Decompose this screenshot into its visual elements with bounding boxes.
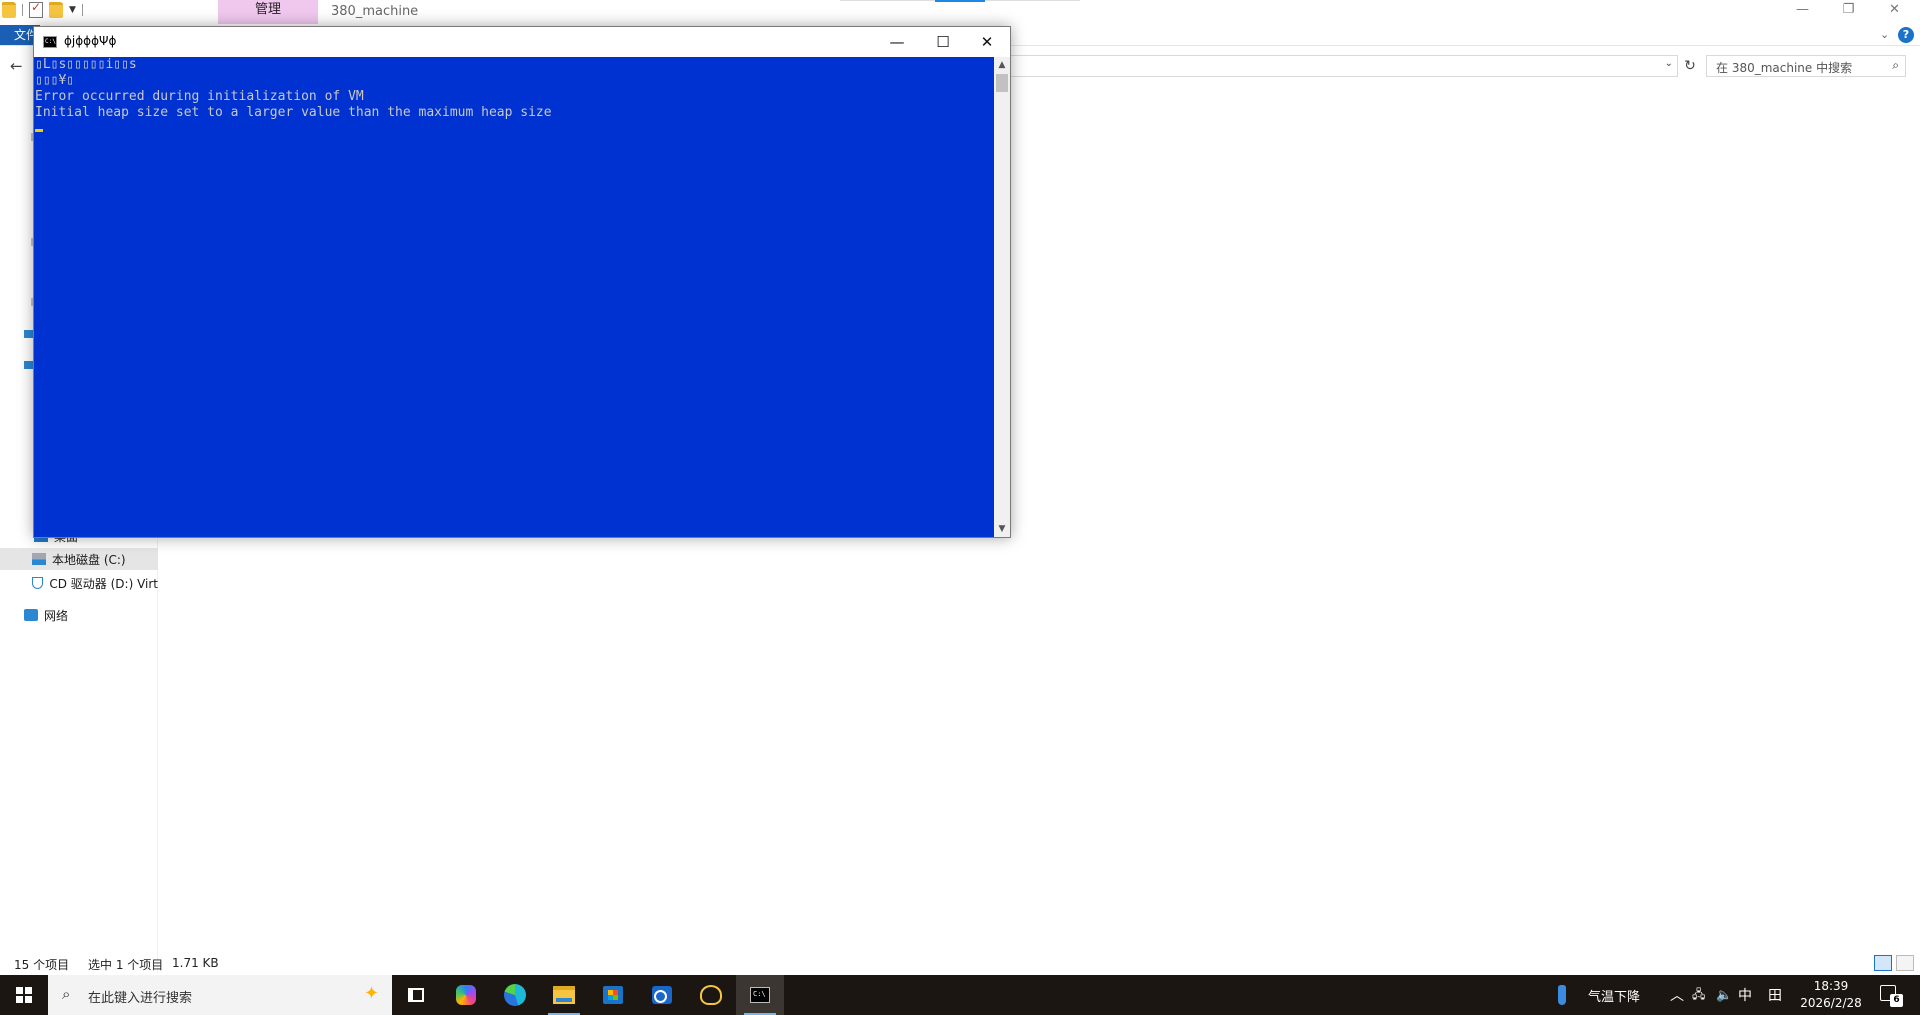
copilot-icon [456,985,476,1005]
drive-icon [32,553,46,565]
large-icons-view-button[interactable] [1896,955,1914,971]
edge-button[interactable] [491,975,539,1015]
console-window[interactable]: C:\ ɸjɸɸɸΨɸ — ☐ ✕ ▯L▯s▯▯▯▯▯i▯▯s ▯▯▯¥▯ Er… [33,26,1011,538]
task-view-button[interactable] [392,975,440,1015]
console-icon: C:\ [43,36,57,48]
console-titlebar[interactable]: C:\ ɸjɸɸɸΨɸ — ☐ ✕ [34,27,1010,57]
search-icon: ⌕ [1892,58,1899,72]
back-arrow-icon[interactable]: ← [10,57,23,75]
window-title: 380_machine [331,4,419,19]
customize-toolbar-icon[interactable]: ▼ [69,5,76,15]
edge-icon [504,984,526,1006]
cursor-line [35,121,994,137]
toolbar-separator [22,4,23,16]
explorer-restore-button[interactable]: ❐ [1826,0,1871,22]
explorer-titlebar: ▼ 管理 380_machine — ❐ ✕ [0,0,1920,25]
new-folder-icon[interactable] [49,2,63,18]
navicat-icon [700,985,722,1005]
nav-item-label: CD 驱动器 (D:) Virt [49,576,158,591]
file-explorer-button[interactable] [540,975,588,1015]
network-icon[interactable]: 🖧 [1692,975,1705,1015]
selection-size: 1.71 KB [172,956,219,970]
address-bar[interactable]: ⌄ [1010,55,1678,77]
cd-drive-icon [32,577,44,589]
item-count: 15 个项目 [14,958,70,972]
status-bar: 15 个项目 选中 1 个项目 1.71 KB [0,953,1920,973]
properties-icon[interactable] [29,0,43,18]
weather-thermometer-icon[interactable] [1558,985,1566,1005]
scroll-thumb[interactable] [996,74,1008,92]
search-highlight-icon[interactable]: ✦ [364,983,379,1004]
network-icon [24,609,38,621]
search-icon: ⌕ [62,985,71,1003]
chevron-down-icon[interactable]: ⌄ [1665,58,1673,69]
search-placeholder: 在 380_machine 中搜索 [1716,61,1853,75]
details-view-button[interactable] [1874,955,1892,971]
outlook-button[interactable] [638,975,686,1015]
help-icon[interactable]: ? [1898,27,1914,43]
folder-icon [2,2,16,18]
show-hidden-icons-icon[interactable]: ︿ [1670,975,1684,1015]
nav-item-network[interactable]: 网络 [0,604,158,626]
explorer-minimize-button[interactable]: — [1780,0,1825,22]
explorer-close-button[interactable]: ✕ [1872,0,1917,22]
store-icon [603,986,623,1004]
taskbar-search-placeholder: 在此键入进行搜索 [88,991,193,1006]
scroll-down-icon[interactable]: ▼ [994,521,1010,537]
console-scrollbar[interactable]: ▲ ▼ [994,57,1010,537]
tab-manage[interactable]: 管理 [218,0,318,24]
console-maximize-button[interactable]: ☐ [920,27,966,57]
outlook-icon [652,986,672,1004]
search-input[interactable]: 在 380_machine 中搜索 ⌕ [1706,55,1906,77]
console-line: ▯▯▯¥▯ [35,73,75,88]
scroll-up-icon[interactable]: ▲ [994,57,1010,73]
notification-badge: 6 [1890,994,1903,1007]
clock-time: 18:39 [1813,979,1849,993]
nav-item-local-disk[interactable]: 本地磁盘 (C:) [0,548,158,570]
ime-mode-icon[interactable]: 田 [1768,975,1782,1015]
console-close-button[interactable]: ✕ [964,27,1010,57]
console-line: Error occurred during initialization of … [35,89,364,104]
windows-logo-icon [16,987,32,1003]
console-taskbar-button[interactable]: C:\ [736,975,784,1015]
expand-ribbon-icon[interactable]: ⌄ [1880,28,1889,41]
console-icon: C:\ [750,987,770,1003]
start-button[interactable] [0,975,48,1015]
console-minimize-button[interactable]: — [874,27,920,57]
clock-date: 2026/2/28 [1800,996,1862,1010]
toolbar-separator [81,4,83,16]
selection-count: 选中 1 个项目 [88,958,164,972]
navicat-button[interactable] [687,975,735,1015]
ribbon-context-indicator [935,0,985,2]
nav-item-cd-drive[interactable]: CD 驱动器 (D:) Virt [0,572,158,594]
store-button[interactable] [589,975,637,1015]
console-title: ɸjɸɸɸΨɸ [64,34,117,48]
copilot-button[interactable] [442,975,490,1015]
taskbar: ⌕ 在此键入进行搜索 ✦ C:\ 气温下降 ︿ 🖧 🔈 中 田 18:39 20… [0,975,1920,1015]
quick-access-toolbar: ▼ [0,0,83,18]
volume-icon[interactable]: 🔈 [1716,975,1732,1015]
console-output[interactable]: ▯L▯s▯▯▯▯▯i▯▯s ▯▯▯¥▯ Error occurred durin… [34,57,994,537]
file-explorer-icon [553,986,575,1004]
text-cursor [35,129,43,132]
input-method-indicator[interactable]: 中 [1738,975,1752,1015]
console-line: Initial heap size set to a larger value … [35,105,552,120]
console-line: ▯L▯s▯▯▯▯▯i▯▯s [35,57,137,72]
nav-item-label: 网络 [44,608,69,623]
system-clock[interactable]: 18:39 2026/2/28 [1796,978,1866,1012]
weather-widget[interactable]: 气温下降 [1588,975,1640,1015]
nav-item-label: 本地磁盘 (C:) [52,552,126,567]
task-view-icon [408,988,424,1002]
refresh-icon[interactable]: ↻ [1679,56,1701,76]
taskbar-search-box[interactable]: ⌕ 在此键入进行搜索 ✦ [48,975,392,1015]
